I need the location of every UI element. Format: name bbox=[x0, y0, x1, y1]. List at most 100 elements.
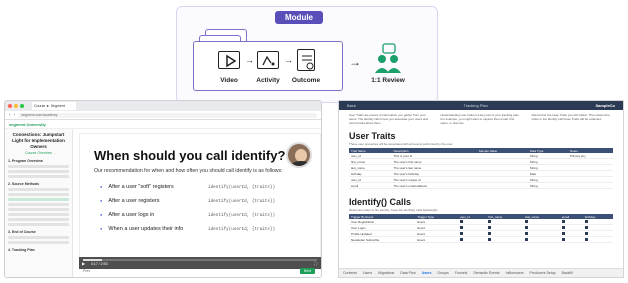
sidebar-item[interactable] bbox=[8, 188, 69, 191]
bullet-text: After a user logs in bbox=[100, 212, 154, 218]
sidebar-item[interactable] bbox=[8, 218, 69, 221]
close-dot[interactable] bbox=[8, 104, 12, 108]
module-label: Module bbox=[275, 11, 323, 24]
sidebar-item[interactable] bbox=[8, 170, 69, 173]
video-slide[interactable]: When should you call identify? Our recom… bbox=[79, 133, 321, 269]
sidebar-section[interactable]: 4. Tracking Plan bbox=[8, 248, 69, 252]
sheet-tab[interactable]: Users bbox=[422, 271, 432, 275]
checkbox-icon[interactable] bbox=[584, 219, 588, 223]
arrow-icon: → bbox=[284, 55, 293, 65]
lms-logo[interactable]: segment University bbox=[9, 122, 46, 127]
arrow-icon: → bbox=[349, 55, 361, 69]
table-cell[interactable] bbox=[582, 236, 613, 243]
step-label-video: Video bbox=[220, 77, 238, 84]
doc-body: User Traits are pieces of information yo… bbox=[349, 113, 613, 265]
checkbox-icon[interactable] bbox=[459, 237, 463, 241]
doc-title: Tracking Plan bbox=[463, 103, 488, 108]
sidebar-item[interactable] bbox=[8, 241, 69, 244]
sheet-tab[interactable]: Funnels bbox=[455, 271, 467, 275]
sheet-tab[interactable]: Backfill bbox=[562, 271, 573, 275]
sidebar-section[interactable]: 3. End of Course bbox=[8, 230, 69, 234]
back-link[interactable]: Back bbox=[347, 103, 356, 108]
checkbox-icon[interactable] bbox=[488, 231, 492, 235]
sheet-tab[interactable]: Users bbox=[363, 271, 372, 275]
lms-screenshot: Course ► Segment ‹ › segment.com/academy… bbox=[4, 100, 322, 278]
fullscreen-icon[interactable]: ⛶ bbox=[314, 261, 317, 266]
forward-icon[interactable]: › bbox=[14, 112, 16, 118]
prev-button[interactable]: Prev bbox=[79, 268, 94, 274]
table-cell[interactable] bbox=[476, 182, 528, 189]
browser-tab[interactable]: Course ► Segment bbox=[32, 102, 76, 110]
course-sidebar: Connections: Jumpstart Light for Impleme… bbox=[5, 129, 73, 277]
sheet-tab[interactable]: Contents bbox=[343, 271, 357, 275]
sidebar-item[interactable] bbox=[8, 213, 69, 216]
intro-column: User Traits are pieces of information yo… bbox=[349, 113, 428, 125]
bullet-code: identify(userId, {traits}) bbox=[208, 213, 276, 218]
sidebar-item[interactable] bbox=[8, 175, 69, 178]
checkbox-icon[interactable] bbox=[561, 231, 565, 235]
table-cell[interactable] bbox=[567, 182, 613, 189]
table-cell[interactable]: Event bbox=[415, 236, 458, 243]
checkbox-icon[interactable] bbox=[584, 231, 588, 235]
lesson-content: When should you call identify? Our recom… bbox=[73, 129, 321, 277]
table-cell[interactable]: Newsletter Subscribe bbox=[349, 236, 416, 243]
sheet-tab[interactable]: Inflluencers bbox=[506, 271, 524, 275]
sidebar-item[interactable] bbox=[8, 165, 69, 168]
sidebar-item[interactable] bbox=[8, 203, 69, 206]
identify-description: Determine when to fire identify. Keep th… bbox=[349, 208, 438, 212]
table-cell[interactable]: email bbox=[349, 182, 392, 189]
table-row: Newsletter Subscribe Event bbox=[349, 236, 613, 243]
step-label-review: 1:1 Review bbox=[371, 77, 405, 84]
checkbox-icon[interactable] bbox=[584, 225, 588, 229]
table-cell[interactable]: String bbox=[527, 182, 568, 189]
checkbox-icon[interactable] bbox=[459, 231, 463, 235]
sidebar-item[interactable] bbox=[8, 208, 69, 211]
tracking-plan-screenshot: Back Tracking Plan SampleCo User Traits … bbox=[338, 100, 624, 278]
checkbox-icon[interactable] bbox=[525, 231, 529, 235]
sidebar-item[interactable] bbox=[8, 193, 69, 196]
checkbox-icon[interactable] bbox=[561, 219, 565, 223]
course-overview-link[interactable]: Course Overview bbox=[8, 151, 69, 155]
checkbox-icon[interactable] bbox=[459, 219, 463, 223]
maximize-dot[interactable] bbox=[20, 104, 24, 108]
sidebar-item[interactable] bbox=[8, 236, 69, 239]
checkbox-icon[interactable] bbox=[525, 237, 529, 241]
sidebar-item-active[interactable] bbox=[8, 198, 69, 201]
course-title: Connections: Jumpstart Light for Impleme… bbox=[12, 132, 65, 149]
back-icon[interactable]: ‹ bbox=[9, 112, 11, 118]
sheet-tab[interactable]: Groups bbox=[437, 271, 448, 275]
sheet-tab[interactable]: Semantic Events bbox=[473, 271, 499, 275]
checkbox-icon[interactable] bbox=[488, 237, 492, 241]
checkbox-icon[interactable] bbox=[488, 219, 492, 223]
video-time: 0:17 / 2:53 bbox=[91, 262, 108, 266]
next-button[interactable]: Next bbox=[299, 267, 315, 274]
table-cell[interactable]: The user's email address bbox=[391, 182, 477, 189]
checkbox-icon[interactable] bbox=[488, 225, 492, 229]
slide-subtitle: Our recommendation for when and how ofte… bbox=[94, 168, 283, 174]
checkbox-icon[interactable] bbox=[561, 225, 565, 229]
brand-name: SampleCo bbox=[595, 103, 615, 108]
checkbox-icon[interactable] bbox=[525, 219, 529, 223]
url-input[interactable]: segment.com/academy bbox=[18, 112, 317, 118]
table-cell[interactable] bbox=[457, 236, 487, 243]
sidebar-section[interactable]: 2. Source Methods bbox=[8, 182, 69, 186]
step-label-outcome: Outcome bbox=[291, 77, 321, 84]
checkbox-icon[interactable] bbox=[584, 237, 588, 241]
table-cell[interactable] bbox=[559, 236, 583, 243]
sheet-tab[interactable]: Migrations bbox=[378, 271, 394, 275]
minimize-dot[interactable] bbox=[14, 104, 18, 108]
bullet-text: After a user registers bbox=[100, 198, 159, 204]
play-icon[interactable]: ▶ bbox=[82, 261, 85, 266]
checkbox-icon[interactable] bbox=[561, 237, 565, 241]
checkbox-icon[interactable] bbox=[459, 225, 463, 229]
table-cell[interactable] bbox=[486, 236, 524, 243]
sidebar-section[interactable]: 1. Program Overview bbox=[8, 159, 69, 163]
sidebar-item[interactable] bbox=[8, 223, 69, 226]
url-bar: ‹ › segment.com/academy bbox=[5, 111, 321, 120]
sheet-tab[interactable]: Producers Setup bbox=[530, 271, 556, 275]
video-progress-bar[interactable] bbox=[83, 259, 317, 261]
sheet-tab[interactable]: Data Plan bbox=[400, 271, 415, 275]
checkbox-icon[interactable] bbox=[525, 225, 529, 229]
module-diagram: Module Video → Activity → Outcome → 1:1 … bbox=[176, 6, 438, 103]
table-cell[interactable] bbox=[523, 236, 560, 243]
